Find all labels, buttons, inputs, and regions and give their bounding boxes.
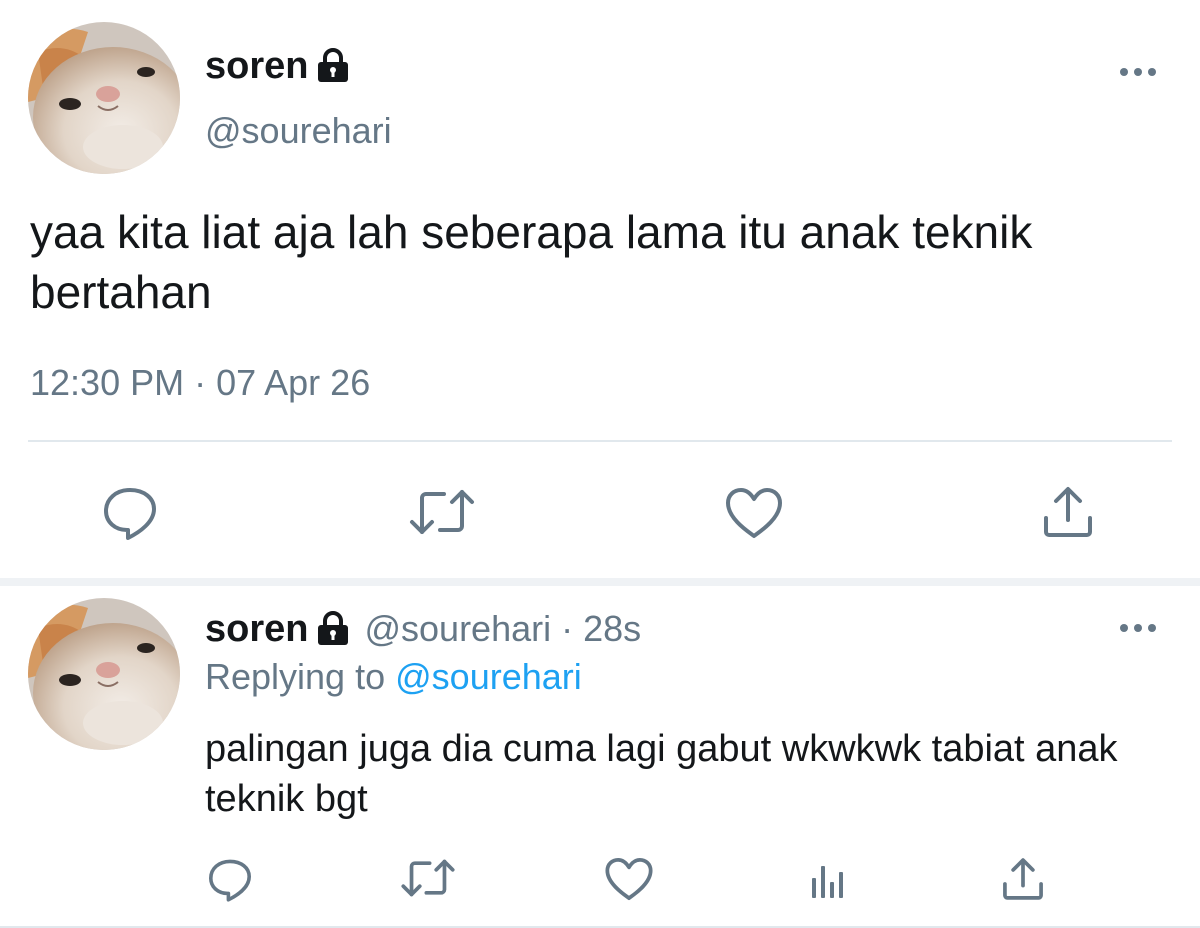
author-name-row: soren [205,44,350,88]
lock-icon [316,611,350,647]
tweet-timestamp[interactable]: 12:30 PM · 07 Apr 26 [30,362,370,404]
analytics-icon[interactable] [806,860,850,900]
avatar[interactable] [28,22,180,174]
tweet-text: yaa kita liat aja lah seberapa lama itu … [30,206,1033,318]
meta-separator: · [561,608,574,649]
retweet-icon[interactable] [400,858,456,898]
tweet-time: 12:30 PM [30,362,185,403]
more-icon[interactable] [1116,618,1160,638]
reply-icon[interactable] [100,484,160,540]
main-tweet: soren @sourehari yaa kita liat aja lah s… [0,0,1200,580]
cat-avatar-image [28,598,180,750]
share-icon[interactable] [1000,856,1046,902]
share-icon[interactable] [1040,484,1096,540]
retweet-icon[interactable] [408,488,476,536]
heart-icon[interactable] [604,856,654,902]
display-name[interactable]: soren [205,45,308,88]
display-name[interactable]: soren [205,608,308,651]
author-handle[interactable]: @sourehari [364,608,551,650]
tweet-date: 07 Apr 26 [216,362,371,403]
timestamp-separator: · [194,362,207,403]
divider [28,440,1172,442]
lock-icon [316,48,350,84]
reply-icon[interactable] [206,856,254,902]
heart-icon[interactable] [724,486,784,540]
reply-time-ago[interactable]: 28s [583,608,641,650]
reply-text: palingan juga dia cuma lagi gabut wkwkwk… [205,728,1118,820]
replying-to-link[interactable]: @sourehari [395,656,582,697]
more-icon[interactable] [1116,62,1160,82]
avatar[interactable] [28,598,180,750]
author-handle[interactable]: @sourehari [205,110,392,152]
reply-author-row: soren @sourehari · 28s [205,606,641,652]
cat-avatar-image [28,22,180,174]
replying-to-row: Replying to @sourehari [205,656,582,698]
tweet-thread-page: soren @sourehari yaa kita liat aja lah s… [0,0,1200,928]
section-divider [0,578,1200,586]
replying-to-label: Replying to [205,656,386,697]
